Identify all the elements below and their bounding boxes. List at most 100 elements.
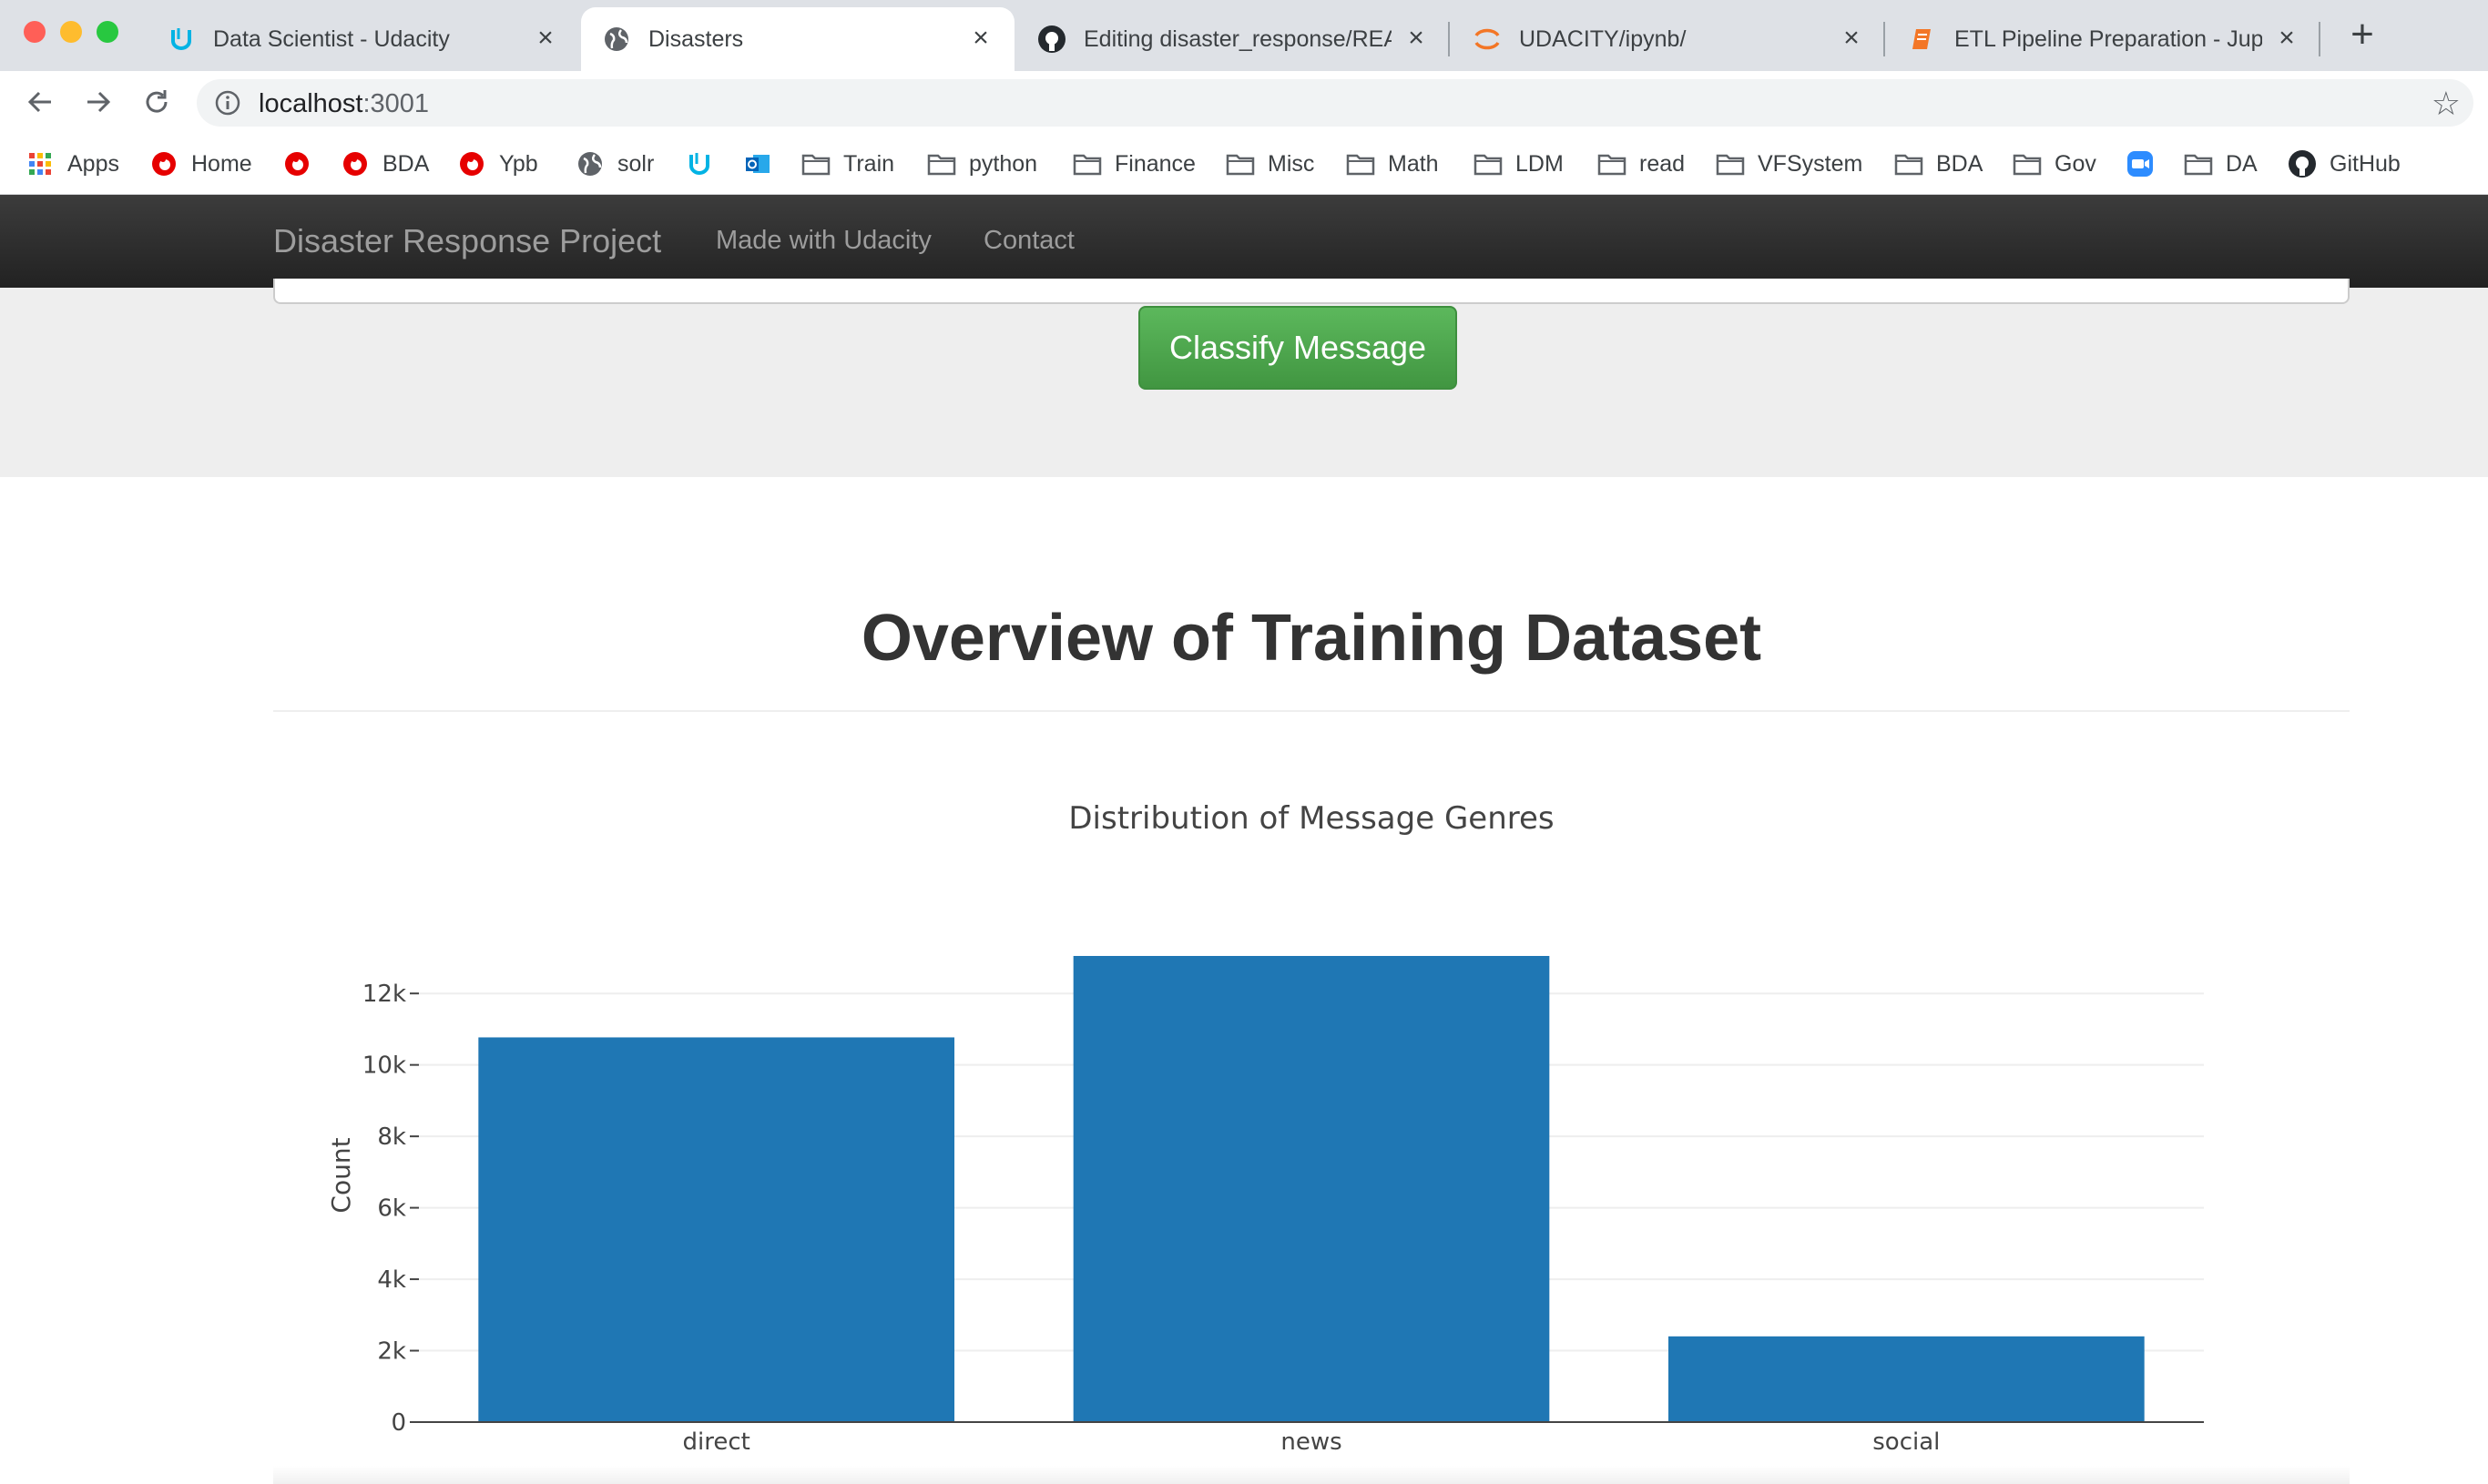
tab-editing-readme[interactable]: Editing disaster_response/REA × (1016, 7, 1450, 71)
globe-icon (601, 24, 632, 55)
bookmark-label: DA (2226, 150, 2258, 177)
genre-distribution-chart: Distribution of Message Genres 0 2k 4k 6k 8k… (326, 800, 2204, 1456)
classify-message-button[interactable]: Classify Message (1138, 306, 1457, 390)
y-tick-label: 0 (391, 1409, 406, 1437)
window-zoom-button[interactable] (97, 21, 118, 43)
nav-link-made-with-udacity[interactable]: Made with Udacity (716, 226, 932, 256)
x-tick-label: social (1872, 1428, 1940, 1456)
folder-icon (1716, 149, 1745, 178)
tab-data-scientist-udacity[interactable]: Data Scientist - Udacity × (146, 7, 579, 71)
globe-icon (576, 149, 605, 178)
bar-social[interactable] (1668, 1336, 2145, 1422)
folder-icon (1894, 149, 1923, 178)
y-axis-label: Count (326, 1137, 356, 1213)
y-axis-ticks: 0 2k 4k 6k 8k 10k 12k (362, 981, 419, 1437)
close-icon[interactable]: × (532, 25, 559, 53)
message-input[interactable] (273, 279, 2350, 304)
bookmark-da[interactable]: DA (2184, 146, 2258, 182)
x-axis-ticks: direct news social (682, 1428, 1940, 1456)
arrow-left-icon (27, 91, 51, 113)
close-icon[interactable]: × (1838, 25, 1865, 53)
x-tick-label: news (1280, 1428, 1341, 1456)
bookmark-label: GitHub (2330, 150, 2401, 177)
new-tab-button[interactable]: + (2342, 15, 2382, 56)
outlook-icon (743, 149, 772, 178)
bookmark-read[interactable]: read (1597, 146, 1685, 182)
forward-button[interactable] (78, 82, 118, 122)
udacity-icon (166, 24, 197, 55)
url-host: localhost (259, 89, 363, 118)
bookmark-bda[interactable]: BDA (341, 146, 429, 182)
window-minimize-button[interactable] (60, 21, 82, 43)
bookmark-zoom[interactable] (2126, 146, 2155, 182)
bookmark-label: LDM (1515, 150, 1564, 177)
bar-news[interactable] (1073, 956, 1550, 1422)
bookmark-star-icon[interactable]: ☆ (2432, 85, 2461, 123)
folder-icon (1597, 149, 1626, 178)
bookmark-apps[interactable]: Apps (25, 146, 119, 182)
bookmark-python[interactable]: python (927, 146, 1037, 182)
tab-title: Disasters (648, 25, 744, 52)
tab-udacity-ipynb[interactable]: UDACITY/ipynb/ × (1452, 7, 1885, 71)
y-tick-label: 2k (377, 1338, 406, 1366)
info-icon[interactable] (215, 90, 240, 116)
address-url: localhost:3001 (259, 89, 429, 119)
bookmark-github[interactable]: GitHub (2288, 146, 2401, 182)
bookmark-label: Gov (2055, 150, 2096, 177)
bookmark-udacity[interactable] (685, 146, 714, 182)
bookmark-label: Home (191, 150, 252, 177)
tab-title: UDACITY/ipynb/ (1519, 25, 1687, 52)
folder-icon (1473, 149, 1503, 178)
navbar-brand[interactable]: Disaster Response Project (273, 222, 661, 260)
bookmark-train[interactable]: Train (801, 146, 894, 182)
folder-icon (2184, 149, 2213, 178)
bookmark-misc[interactable]: Misc (1226, 146, 1314, 182)
jupyter-icon (1472, 24, 1503, 55)
nav-link-contact[interactable]: Contact (984, 226, 1075, 256)
bookmark-label: Apps (67, 150, 119, 177)
bookmark-label: python (969, 150, 1038, 177)
bookmark-home[interactable]: Home (149, 146, 252, 182)
github-icon (1036, 24, 1067, 55)
bookmark-vodafone[interactable] (282, 146, 311, 182)
github-icon (2288, 149, 2317, 178)
page-navbar: Disaster Response Project Made with Udac… (0, 195, 2488, 288)
tab-disasters[interactable]: Disasters × (581, 7, 1015, 71)
close-icon[interactable]: × (2273, 25, 2300, 53)
vodafone-icon (282, 149, 311, 178)
bookmark-label: VFSystem (1758, 150, 1863, 177)
address-bar[interactable]: localhost:3001 ☆ (197, 79, 2473, 127)
close-icon[interactable]: × (1402, 25, 1430, 53)
bookmark-outlook[interactable] (743, 146, 772, 182)
chart-title: Distribution of Message Genres (1068, 800, 1554, 837)
folder-icon (927, 149, 956, 178)
arrow-right-icon (87, 91, 111, 113)
folder-icon (2013, 149, 2042, 178)
back-button[interactable] (20, 82, 60, 122)
bookmark-bda[interactable]: BDA (1894, 146, 1983, 182)
udacity-icon (685, 149, 714, 178)
bookmark-gov[interactable]: Gov (2013, 146, 2096, 182)
browser-tab-strip: Data Scientist - Udacity × Disasters × E… (0, 0, 2488, 71)
x-tick-label: direct (682, 1428, 749, 1456)
bookmark-ldm[interactable]: LDM (1473, 146, 1564, 182)
window-close-button[interactable] (24, 21, 46, 43)
page-heading: Overview of Training Dataset (861, 602, 1762, 675)
close-icon[interactable]: × (967, 25, 994, 53)
chart-bars (478, 956, 2145, 1422)
bookmark-label: Ypb (499, 150, 538, 177)
heading-divider (273, 710, 2350, 712)
bookmark-vfsystem[interactable]: VFSystem (1716, 146, 1862, 182)
y-tick-label: 12k (362, 981, 406, 1008)
bookmark-ypb[interactable]: Ypb (457, 146, 538, 182)
folder-icon (1073, 149, 1102, 178)
reload-button[interactable] (137, 82, 177, 122)
tab-etl-pipeline[interactable]: ETL Pipeline Preparation - Jupy × (1887, 7, 2320, 71)
bookmark-math[interactable]: Math (1346, 146, 1439, 182)
bar-direct[interactable] (478, 1037, 954, 1422)
bookmark-label: Math (1388, 150, 1439, 177)
bookmark-finance[interactable]: Finance (1073, 146, 1196, 182)
url-port: :3001 (362, 89, 430, 118)
vodafone-icon (149, 149, 178, 178)
bookmark-solr[interactable]: solr (576, 146, 654, 182)
